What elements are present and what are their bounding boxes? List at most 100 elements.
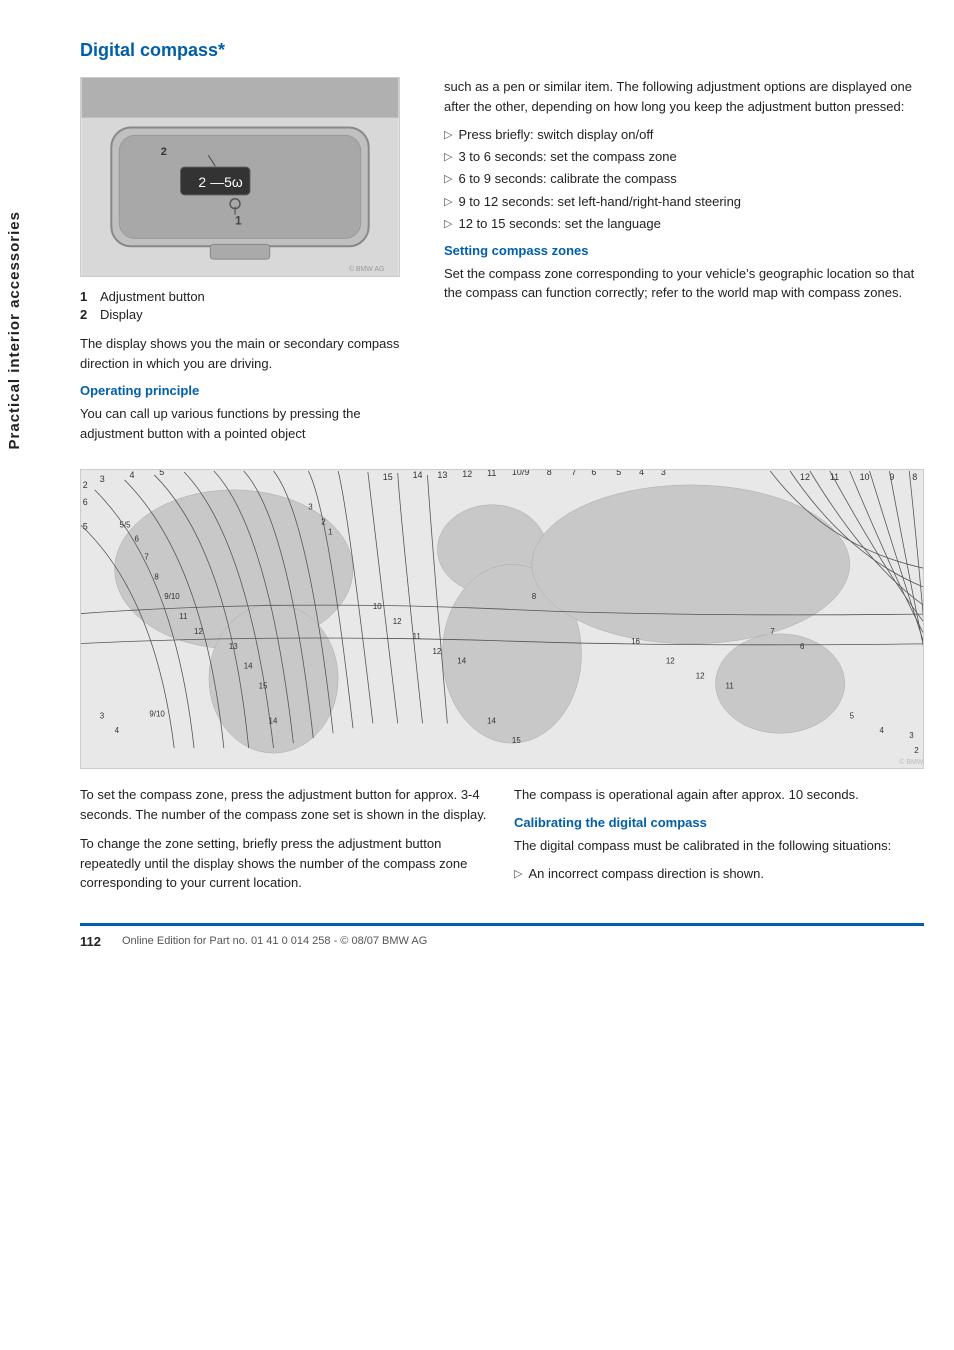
svg-text:2: 2	[198, 174, 206, 190]
right-column: such as a pen or similar item. The follo…	[444, 77, 924, 453]
operating-principle-heading: Operating principle	[80, 383, 420, 398]
intro-text: The display shows you the main or second…	[80, 334, 420, 373]
svg-text:5/5: 5/5	[120, 521, 132, 530]
bottom-right: The compass is operational again after a…	[514, 785, 924, 903]
svg-text:11: 11	[726, 682, 735, 691]
calibrating-heading: Calibrating the digital compass	[514, 815, 924, 830]
world-map: 2 3 4 5 6 5 15 14 13 12 11 10/9 8 7 6 5 …	[80, 469, 924, 769]
svg-text:10/9: 10/9	[512, 470, 529, 477]
svg-text:12: 12	[696, 672, 705, 681]
svg-text:8: 8	[532, 592, 537, 601]
svg-text:14: 14	[269, 716, 278, 725]
svg-text:2: 2	[161, 146, 167, 158]
svg-text:7: 7	[572, 470, 577, 477]
bullet-text-0: Press briefly: switch display on/off	[458, 126, 653, 144]
svg-text:12: 12	[393, 617, 402, 626]
operating-bullets: ▷ Press briefly: switch display on/off ▷…	[444, 126, 924, 233]
arrow-icon-1: ▷	[444, 150, 452, 165]
zone-text-left-2: To change the zone setting, briefly pres…	[80, 834, 490, 893]
svg-text:12: 12	[462, 470, 472, 479]
svg-text:3: 3	[909, 731, 914, 740]
svg-text:15: 15	[512, 736, 521, 745]
svg-text:11: 11	[413, 632, 422, 641]
svg-text:12: 12	[800, 472, 810, 482]
svg-text:© BMW AG: © BMW AG	[899, 758, 923, 766]
setting-zones-heading: Setting compass zones	[444, 243, 924, 258]
svg-text:5: 5	[83, 522, 88, 532]
bottom-section: To set the compass zone, press the adjus…	[80, 785, 924, 903]
cal-arrow-icon-0: ▷	[514, 867, 522, 882]
svg-text:8: 8	[154, 572, 159, 581]
bottom-left: To set the compass zone, press the adjus…	[80, 785, 490, 903]
svg-text:15: 15	[259, 682, 268, 691]
svg-text:—5ω: —5ω	[210, 174, 243, 190]
svg-text:5: 5	[616, 470, 621, 477]
bullet-text-1: 3 to 6 seconds: set the compass zone	[458, 148, 676, 166]
setting-zones-text: Set the compass zone corresponding to yo…	[444, 264, 924, 303]
svg-text:2: 2	[83, 480, 88, 490]
calibrating-bullets: ▷ An incorrect compass direction is show…	[514, 865, 924, 883]
svg-text:13: 13	[437, 470, 447, 480]
svg-text:3: 3	[100, 711, 105, 720]
svg-text:14: 14	[487, 716, 496, 725]
left-column: 2 —5ω 1 2 © BMW AG	[80, 77, 420, 453]
mirror-diagram: 2 —5ω 1 2 © BMW AG	[80, 77, 400, 277]
svg-text:3: 3	[100, 474, 105, 484]
calibrating-bullet-0: ▷ An incorrect compass direction is show…	[514, 865, 924, 883]
calibrating-text: The digital compass must be calibrated i…	[514, 836, 924, 856]
bullet-text-3: 9 to 12 seconds: set left-hand/right-han…	[458, 193, 741, 211]
svg-text:15: 15	[383, 472, 393, 482]
svg-text:11: 11	[179, 612, 188, 621]
arrow-icon-2: ▷	[444, 172, 452, 187]
bullet-item-1: ▷ 3 to 6 seconds: set the compass zone	[444, 148, 924, 166]
svg-text:4: 4	[639, 470, 644, 477]
svg-text:11: 11	[487, 470, 496, 478]
bullet-item-0: ▷ Press briefly: switch display on/off	[444, 126, 924, 144]
bullet-item-3: ▷ 9 to 12 seconds: set left-hand/right-h…	[444, 193, 924, 211]
svg-text:1: 1	[235, 214, 242, 228]
label-text-2: Display	[100, 307, 143, 322]
svg-text:7: 7	[770, 627, 775, 636]
arrow-icon-0: ▷	[444, 128, 452, 143]
svg-text:6: 6	[83, 497, 88, 507]
operating-principle-text-left: You can call up various functions by pre…	[80, 404, 420, 443]
svg-text:© BMW AG: © BMW AG	[349, 265, 384, 273]
svg-text:12: 12	[666, 657, 675, 666]
svg-text:3: 3	[661, 470, 666, 477]
svg-text:14: 14	[413, 470, 423, 480]
svg-text:4: 4	[879, 726, 884, 735]
svg-text:1: 1	[328, 528, 333, 537]
bullet-text-4: 12 to 15 seconds: set the language	[458, 215, 660, 233]
bullet-text-2: 6 to 9 seconds: calibrate the compass	[458, 170, 676, 188]
svg-text:10: 10	[373, 602, 382, 611]
arrow-icon-4: ▷	[444, 217, 452, 232]
svg-text:5: 5	[159, 470, 164, 477]
svg-text:13: 13	[229, 642, 238, 651]
svg-text:2: 2	[914, 746, 919, 755]
bullet-item-4: ▷ 12 to 15 seconds: set the language	[444, 215, 924, 233]
svg-text:9: 9	[889, 472, 894, 482]
cal-bullet-text-0: An incorrect compass direction is shown.	[528, 865, 764, 883]
svg-text:6: 6	[134, 535, 139, 544]
svg-text:3: 3	[308, 503, 313, 512]
svg-text:4: 4	[115, 726, 120, 735]
zone-text-right: The compass is operational again after a…	[514, 785, 924, 805]
label-item-1: 1 Adjustment button	[80, 289, 420, 304]
svg-text:8: 8	[912, 472, 917, 482]
svg-text:6: 6	[800, 642, 805, 651]
label-num-1: 1	[80, 289, 92, 304]
svg-text:14: 14	[244, 662, 253, 671]
label-num-2: 2	[80, 307, 92, 322]
svg-text:12: 12	[432, 647, 441, 656]
page-number: 112	[80, 934, 110, 949]
page-title: Digital compass*	[80, 40, 924, 61]
zone-text-left: To set the compass zone, press the adjus…	[80, 785, 490, 824]
top-section: 2 —5ω 1 2 © BMW AG	[80, 77, 924, 453]
svg-text:5: 5	[850, 711, 855, 720]
svg-text:16: 16	[631, 637, 640, 646]
bullet-item-2: ▷ 6 to 9 seconds: calibrate the compass	[444, 170, 924, 188]
svg-text:12: 12	[194, 627, 203, 636]
footer-copyright: Online Edition for Part no. 01 41 0 014 …	[122, 935, 427, 947]
svg-text:4: 4	[130, 470, 135, 480]
svg-text:14: 14	[457, 657, 466, 666]
